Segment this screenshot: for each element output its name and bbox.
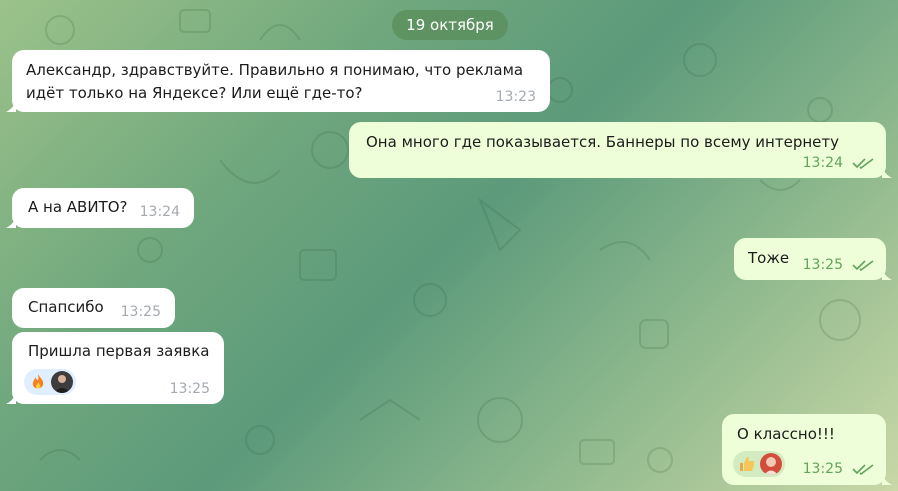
outgoing-message[interactable]: Тоже 13:25	[734, 238, 892, 280]
fire-emoji-icon	[27, 371, 49, 393]
message-text: Спапсибо	[28, 298, 104, 316]
incoming-message[interactable]: Пришла первая заявка 13:25	[6, 332, 224, 404]
avatar	[51, 371, 73, 393]
message-text: А на АВИТО?	[28, 198, 128, 216]
avatar	[760, 453, 782, 475]
bubble-tail	[882, 268, 892, 280]
bubble-tail	[6, 100, 16, 112]
message-time: 13:25	[120, 304, 161, 320]
incoming-message[interactable]: Спапсибо 13:25	[12, 288, 175, 328]
date-separator: 19 октября	[392, 10, 508, 40]
message-time: 13:25	[169, 381, 210, 397]
message-text: Она много где показывается. Баннеры по в…	[366, 133, 839, 151]
message-text: Тоже	[748, 249, 790, 267]
outgoing-message[interactable]: О классно!!! 13:25	[722, 414, 892, 485]
incoming-message[interactable]: А на АВИТО? 13:24	[6, 188, 194, 228]
message-text: Александр, здравствуйте. Правильно я пон…	[26, 61, 524, 79]
bubble-tail	[6, 392, 16, 404]
bubble-tail	[6, 216, 16, 228]
thumbs-up-emoji-icon	[736, 453, 758, 475]
message-text: О классно!!!	[737, 425, 835, 443]
message-time: 13:24	[802, 155, 843, 171]
double-check-icon	[852, 158, 874, 169]
double-check-icon	[852, 464, 874, 475]
message-time: 13:25	[802, 461, 843, 477]
bubble-tail	[882, 166, 892, 178]
message-text: идёт только на Яндексе? Или ещё где-то?	[26, 84, 363, 102]
incoming-message[interactable]: Александр, здравствуйте. Правильно я пон…	[6, 50, 550, 112]
message-time: 13:23	[495, 89, 536, 105]
message-text: Пришла первая заявка	[28, 342, 210, 360]
message-time: 13:24	[139, 204, 180, 220]
message-time: 13:25	[802, 257, 843, 273]
double-check-icon	[852, 260, 874, 271]
bubble-tail	[882, 473, 892, 485]
reaction-chip[interactable]	[733, 451, 785, 477]
outgoing-message[interactable]: Она много где показывается. Баннеры по в…	[349, 122, 892, 178]
reaction-chip[interactable]	[24, 369, 76, 395]
